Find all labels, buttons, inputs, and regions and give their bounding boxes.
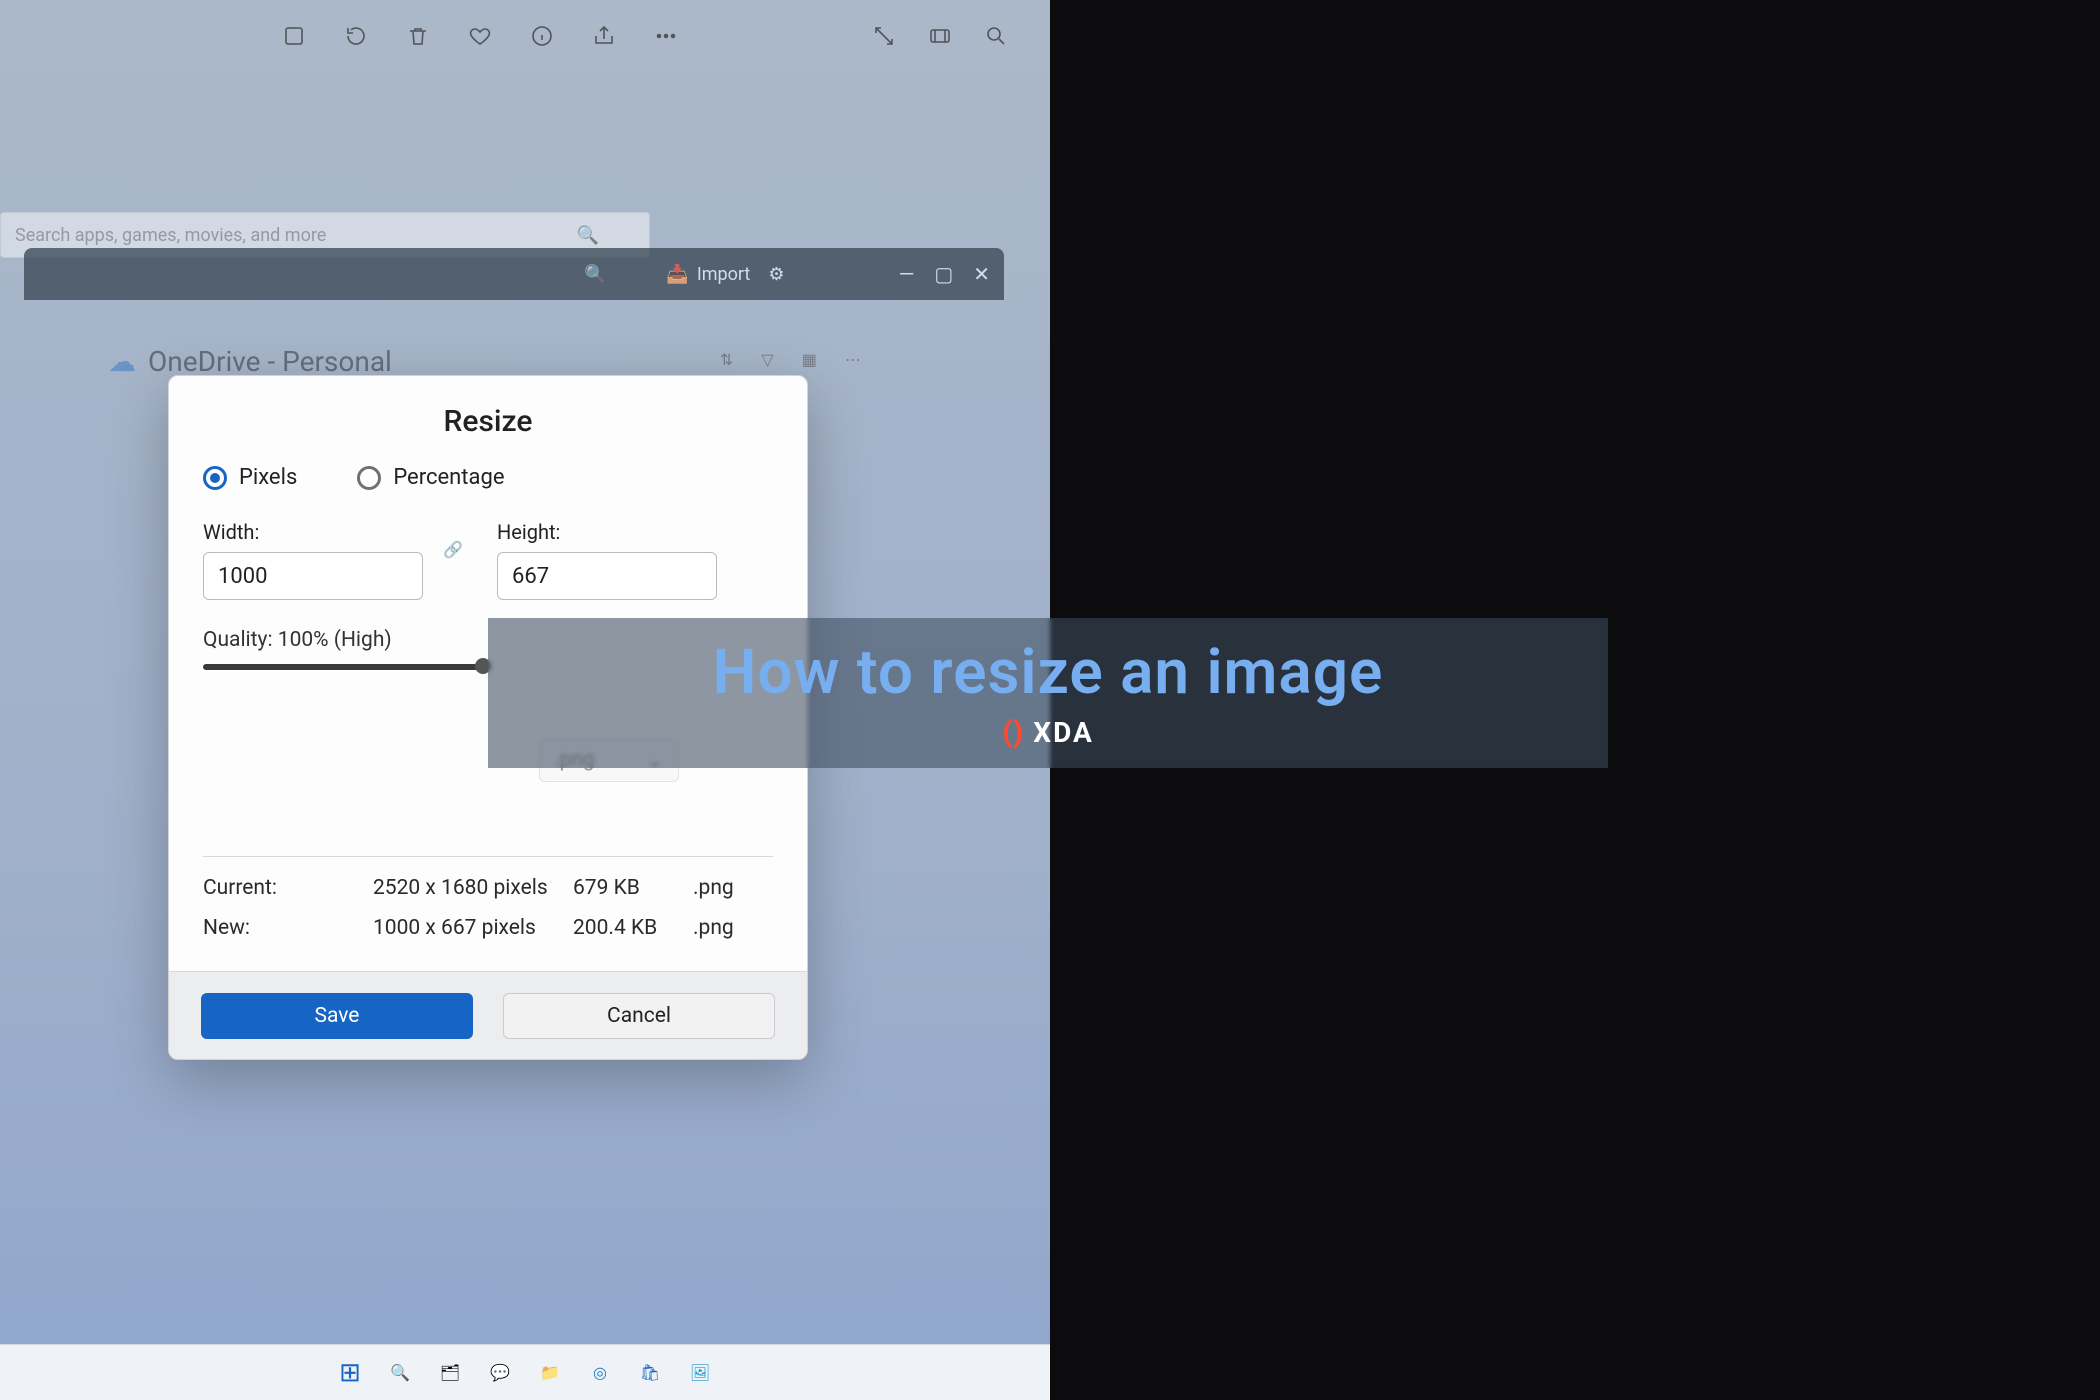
- photos-app-titlebar: 🔍 📥 Import ⚙ — ▢ ✕: [24, 248, 1004, 300]
- maximize-icon[interactable]: ▢: [934, 262, 953, 286]
- frame-icon[interactable]: [280, 22, 308, 50]
- brand-logo: ( ) XDA: [1002, 715, 1094, 750]
- import-button[interactable]: 📥 Import: [666, 264, 750, 285]
- sort-icon[interactable]: ⇅: [720, 350, 733, 369]
- photos-toolbar-right: [870, 22, 1010, 50]
- rotate-icon[interactable]: [342, 22, 370, 50]
- radio-icon: [357, 466, 381, 490]
- divider: [203, 856, 773, 857]
- breadcrumb-text: OneDrive - Personal: [148, 345, 392, 378]
- new-label: New:: [203, 916, 373, 940]
- radio-percentage-label: Percentage: [393, 465, 504, 490]
- search-icon: 🔍: [577, 225, 599, 246]
- zoom-icon[interactable]: [982, 22, 1010, 50]
- width-label: Width:: [203, 520, 423, 544]
- current-filesize: 679 KB: [573, 876, 693, 900]
- edge-icon[interactable]: ◎: [582, 1355, 618, 1391]
- new-dims: 1000 x 667 pixels: [373, 916, 573, 940]
- task-view-icon[interactable]: 🗂: [432, 1355, 468, 1391]
- more-icon[interactable]: [652, 22, 680, 50]
- filmstrip-icon[interactable]: [926, 22, 954, 50]
- cloud-icon: ☁: [108, 345, 136, 378]
- explorer-icon[interactable]: 📁: [532, 1355, 568, 1391]
- more-icon[interactable]: ⋯: [845, 350, 861, 369]
- radio-pixels-label: Pixels: [239, 465, 297, 490]
- breadcrumb[interactable]: ☁ OneDrive - Personal: [108, 345, 392, 378]
- search-icon[interactable]: 🔍: [382, 1355, 418, 1391]
- cancel-button[interactable]: Cancel: [503, 993, 775, 1039]
- info-icon[interactable]: [528, 22, 556, 50]
- brand-text: XDA: [1033, 716, 1094, 749]
- share-icon[interactable]: [590, 22, 618, 50]
- radio-icon: [203, 466, 227, 490]
- minimize-icon[interactable]: —: [899, 262, 915, 286]
- close-icon[interactable]: ✕: [973, 262, 990, 286]
- height-input[interactable]: [497, 552, 717, 600]
- new-filesize: 200.4 KB: [573, 916, 693, 940]
- cancel-label: Cancel: [607, 1004, 671, 1028]
- import-label: Import: [697, 264, 750, 285]
- height-label: Height:: [497, 520, 717, 544]
- current-label: Current:: [203, 876, 373, 900]
- link-aspect-icon[interactable]: 🔗: [443, 540, 477, 574]
- settings-icon[interactable]: ⚙: [768, 264, 784, 285]
- photos-icon[interactable]: 🖼: [682, 1355, 718, 1391]
- hero-title: How to resize an image: [713, 636, 1384, 709]
- filter-icon[interactable]: ▽: [761, 350, 773, 369]
- search-placeholder: Search apps, games, movies, and more: [15, 225, 326, 246]
- new-ext: .png: [693, 916, 734, 940]
- grid-icon[interactable]: ▦: [802, 350, 817, 369]
- start-icon[interactable]: ⊞: [332, 1355, 368, 1391]
- save-button[interactable]: Save: [201, 993, 473, 1039]
- radio-percentage[interactable]: Percentage: [357, 465, 504, 490]
- size-metadata: Current: 2520 x 1680 pixels 679 KB .png …: [203, 876, 773, 956]
- windows-taskbar: ⊞ 🔍 🗂 💬 📁 ◎ 🛍 🖼: [0, 1344, 1050, 1400]
- trash-icon[interactable]: [404, 22, 432, 50]
- save-label: Save: [315, 1004, 360, 1028]
- hero-overlay: How to resize an image ( ) XDA: [488, 618, 1608, 768]
- store-icon[interactable]: 🛍: [632, 1355, 668, 1391]
- radio-pixels[interactable]: Pixels: [203, 465, 297, 490]
- breadcrumb-toolbar: ⇅ ▽ ▦ ⋯: [720, 350, 861, 369]
- width-input[interactable]: [203, 552, 423, 600]
- dialog-title: Resize: [203, 404, 773, 439]
- import-icon: 📥: [666, 264, 688, 285]
- photos-toolbar: [280, 22, 680, 50]
- quality-slider[interactable]: [203, 664, 483, 670]
- bracket-right-icon: ): [1013, 715, 1026, 750]
- heart-icon[interactable]: [466, 22, 494, 50]
- search-icon[interactable]: 🔍: [584, 264, 606, 285]
- current-dims: 2520 x 1680 pixels: [373, 876, 573, 900]
- chat-icon[interactable]: 💬: [482, 1355, 518, 1391]
- fullscreen-icon[interactable]: [870, 22, 898, 50]
- current-ext: .png: [693, 876, 734, 900]
